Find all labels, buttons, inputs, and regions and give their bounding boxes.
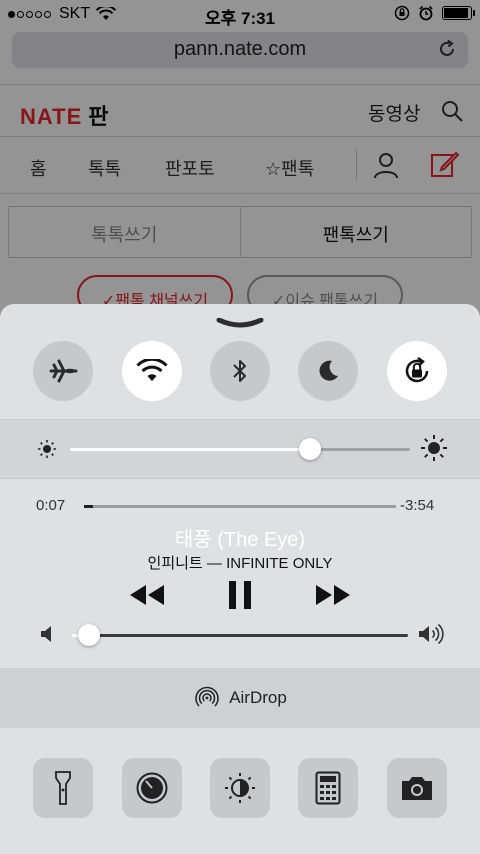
- rewind-button[interactable]: [125, 577, 169, 613]
- moon-icon: [319, 360, 338, 381]
- timer-button[interactable]: [122, 758, 182, 818]
- volume-slider-thumb[interactable]: [78, 624, 100, 646]
- volume-high-icon: [419, 623, 444, 645]
- rotation-lock-toggle[interactable]: [387, 341, 447, 401]
- timer-icon: [136, 772, 168, 804]
- volume-low-icon: [41, 626, 51, 642]
- night-shift-icon: [225, 773, 255, 803]
- wifi-icon: [136, 359, 168, 381]
- night-shift-button[interactable]: [210, 758, 270, 818]
- brightness-slider[interactable]: [70, 438, 410, 460]
- rotation-lock-icon: [405, 356, 429, 383]
- elapsed-time: 0:07: [36, 497, 66, 514]
- airdrop-button[interactable]: AirDrop: [0, 668, 480, 728]
- do-not-disturb-toggle[interactable]: [298, 341, 358, 401]
- remaining-time: -3:54: [400, 497, 435, 514]
- airplane-icon: [49, 359, 78, 383]
- volume-slider[interactable]: [72, 624, 408, 646]
- brightness-high-icon: [421, 435, 447, 461]
- brightness-control: [0, 420, 480, 478]
- calculator-button[interactable]: [298, 758, 358, 818]
- camera-button[interactable]: [387, 758, 447, 818]
- bluetooth-toggle[interactable]: [210, 341, 270, 401]
- shortcut-row: [0, 758, 480, 818]
- divider: [0, 478, 480, 479]
- rewind-icon: [130, 585, 164, 605]
- fast-forward-button[interactable]: [311, 577, 355, 613]
- calculator-icon: [315, 771, 341, 805]
- media-player: 0:07 -3:54 태풍 (The Eye) 인피니트 — INFINITE …: [0, 480, 480, 668]
- wifi-toggle[interactable]: [122, 341, 182, 401]
- toggle-row: [0, 341, 480, 401]
- airplane-mode-toggle[interactable]: [33, 341, 93, 401]
- fast-forward-icon: [316, 585, 350, 605]
- airdrop-icon: [195, 686, 219, 707]
- pause-icon: [229, 581, 251, 609]
- bluetooth-icon: [233, 360, 246, 382]
- pause-button[interactable]: [218, 577, 262, 613]
- flashlight-button[interactable]: [33, 758, 93, 818]
- airdrop-label: AirDrop: [229, 688, 287, 707]
- playback-progress-bar[interactable]: [84, 505, 396, 508]
- song-title: 태풍 (The Eye): [174, 529, 306, 551]
- flashlight-icon: [55, 771, 71, 805]
- control-center: 0:07 -3:54 태풍 (The Eye) 인피니트 — INFINITE …: [0, 304, 480, 854]
- camera-icon: [402, 777, 432, 800]
- artist-album: 인피니트 — INFINITE ONLY: [147, 555, 333, 572]
- grabber-chevron-icon[interactable]: [216, 318, 264, 328]
- brightness-slider-thumb[interactable]: [299, 438, 321, 460]
- brightness-low-icon: [38, 440, 56, 458]
